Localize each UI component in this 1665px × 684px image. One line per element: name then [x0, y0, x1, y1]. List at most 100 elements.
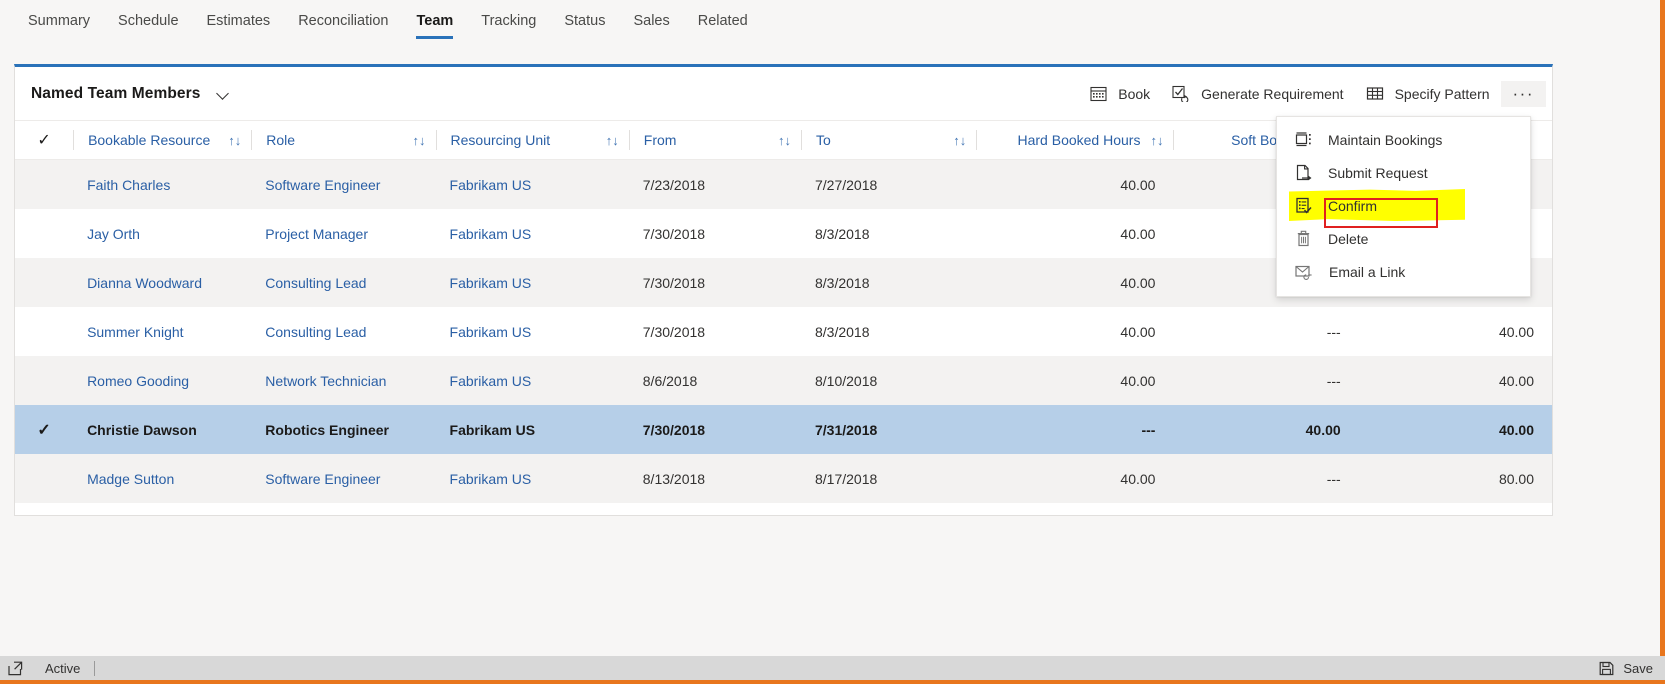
command-label: Specify Pattern	[1394, 85, 1490, 102]
cell-soft-booked-hours: ---	[1173, 454, 1359, 503]
tab-reconciliation[interactable]: Reconciliation	[284, 0, 402, 42]
cell-role[interactable]: Consulting Lead	[251, 258, 436, 307]
cell-role[interactable]: Robotics Engineer	[251, 405, 436, 454]
menu-item-label: Maintain Bookings	[1328, 131, 1443, 148]
sort-icon[interactable]: ↑↓	[606, 133, 619, 148]
cell-from: 7/23/2018	[628, 159, 801, 209]
tab-status[interactable]: Status	[550, 0, 619, 42]
column-label: Bookable Resource	[88, 132, 211, 148]
specify-pattern-button[interactable]: Specify Pattern	[1355, 78, 1501, 109]
row-select-checkbox[interactable]	[15, 209, 73, 258]
column-header-resourcing-unit[interactable]: Resourcing Unit ↑↓	[435, 120, 629, 160]
table-row-selected[interactable]: ✓ Christie Dawson Robotics Engineer Fabr…	[15, 405, 1552, 454]
cell-to: 8/10/2018	[800, 356, 977, 405]
row-select-checkbox[interactable]	[15, 307, 73, 356]
open-in-new-window-icon[interactable]	[8, 661, 23, 676]
right-accent-rail	[1660, 0, 1665, 656]
cell-total-hours: 80.00	[1358, 454, 1552, 503]
column-label: From	[643, 132, 677, 148]
row-select-checkbox[interactable]	[15, 454, 74, 503]
table-row[interactable]: Summer Knight Consulting Lead Fabrikam U…	[15, 307, 1552, 356]
column-header-from[interactable]: From ↑↓	[628, 120, 801, 160]
more-commands-button[interactable]: ···	[1500, 80, 1546, 107]
cell-resourcing-unit[interactable]: Fabrikam US	[435, 159, 629, 209]
sort-icon[interactable]: ↑↓	[953, 133, 966, 148]
sort-icon[interactable]: ↑↓	[778, 133, 791, 148]
menu-item-submit-request[interactable]: Submit Request	[1277, 156, 1530, 189]
tab-summary[interactable]: Summary	[14, 0, 104, 42]
column-header-hard-booked-hours[interactable]: Hard Booked Hours ↑↓	[976, 120, 1174, 160]
cell-role[interactable]: Software Engineer	[251, 159, 436, 209]
row-select-checkbox[interactable]	[15, 159, 74, 209]
table-row[interactable]: Madge Sutton Software Engineer Fabrikam …	[15, 454, 1552, 503]
status-divider	[94, 660, 96, 676]
column-label: Resourcing Unit	[450, 132, 551, 148]
tab-label: Status	[564, 13, 606, 29]
view-name-label: Named Team Members	[31, 84, 201, 102]
generate-requirement-button[interactable]: Generate Requirement	[1161, 78, 1354, 109]
cell-to: 8/3/2018	[814, 323, 870, 340]
view-selector[interactable]: Named Team Members	[29, 81, 233, 107]
cell-bookable-resource[interactable]: Summer Knight	[73, 307, 251, 356]
cell-resourcing-unit[interactable]: Fabrikam US	[436, 209, 629, 258]
tab-schedule[interactable]: Schedule	[104, 0, 192, 42]
menu-item-label: Delete	[1328, 230, 1369, 247]
row-select-checkbox[interactable]: ✓	[15, 405, 74, 454]
tab-related[interactable]: Related	[684, 0, 762, 42]
record-status-label: Active	[45, 660, 81, 676]
command-label: Book	[1118, 85, 1151, 102]
status-bar: Active Save	[0, 656, 1665, 684]
cell-total-hours: 40.00	[1498, 323, 1534, 340]
cell-resourcing-unit[interactable]: Fabrikam US	[436, 307, 629, 356]
cell-resourcing-unit[interactable]: Fabrikam US	[435, 258, 629, 307]
menu-item-confirm[interactable]: Confirm	[1277, 189, 1530, 222]
cell-from: 7/30/2018	[628, 258, 801, 307]
tab-team[interactable]: Team	[402, 0, 467, 42]
table-row[interactable]: Romeo Gooding Network Technician Fabrika…	[15, 356, 1552, 405]
menu-item-maintain-bookings[interactable]: Maintain Bookings	[1277, 123, 1530, 156]
submit-request-icon	[1295, 164, 1312, 181]
row-select-checkbox[interactable]	[15, 356, 74, 405]
column-header-bookable-resource[interactable]: Bookable Resource ↑↓	[73, 120, 252, 160]
checkmark-icon: ✓	[37, 132, 51, 149]
tab-tracking[interactable]: Tracking	[467, 0, 550, 42]
sort-icon[interactable]: ↑↓	[413, 133, 426, 148]
tab-label: Team	[416, 13, 454, 29]
column-header-to[interactable]: To ↑↓	[800, 120, 977, 160]
cell-bookable-resource[interactable]: Romeo Gooding	[73, 356, 252, 405]
calendar-icon	[1090, 85, 1107, 102]
cell-role[interactable]: Software Engineer	[251, 454, 436, 503]
cell-bookable-resource[interactable]: Christie Dawson	[73, 405, 252, 454]
cell-bookable-resource[interactable]: Faith Charles	[73, 159, 252, 209]
trash-icon	[1295, 230, 1312, 247]
save-button[interactable]: Save	[1599, 661, 1653, 676]
cell-resourcing-unit[interactable]: Fabrikam US	[435, 356, 629, 405]
cell-hard-booked-hours: 40.00	[976, 159, 1174, 209]
cell-bookable-resource[interactable]: Dianna Woodward	[73, 258, 252, 307]
sort-icon[interactable]: ↑↓	[1150, 133, 1163, 148]
cell-role[interactable]: Project Manager	[251, 209, 435, 258]
cell-hard-booked-hours: 40.00	[1120, 323, 1156, 340]
sort-icon[interactable]: ↑↓	[228, 133, 241, 148]
select-all-header[interactable]: ✓	[15, 120, 74, 160]
tab-estimates[interactable]: Estimates	[193, 0, 285, 42]
cell-role[interactable]: Consulting Lead	[251, 307, 435, 356]
cell-from: 7/30/2018	[628, 405, 801, 454]
cell-total-hours: 40.00	[1358, 405, 1552, 454]
cell-from: 7/30/2018	[642, 225, 706, 242]
cell-resourcing-unit[interactable]: Fabrikam US	[435, 454, 629, 503]
menu-item-label: Submit Request	[1328, 164, 1428, 181]
table-grid-icon	[1366, 85, 1384, 102]
cell-resourcing-unit[interactable]: Fabrikam US	[435, 405, 629, 454]
cell-role[interactable]: Network Technician	[251, 356, 436, 405]
column-header-role[interactable]: Role ↑↓	[251, 120, 436, 160]
cell-bookable-resource[interactable]: Madge Sutton	[73, 454, 252, 503]
menu-item-delete[interactable]: Delete	[1277, 222, 1530, 255]
cell-bookable-resource[interactable]: Jay Orth	[73, 209, 251, 258]
book-button[interactable]: Book	[1079, 78, 1161, 109]
tab-label: Tracking	[481, 13, 537, 29]
row-select-checkbox[interactable]	[15, 258, 74, 307]
menu-item-email-a-link[interactable]: Email a Link	[1277, 255, 1530, 288]
tab-sales[interactable]: Sales	[619, 0, 683, 42]
tab-label: Related	[697, 13, 748, 29]
